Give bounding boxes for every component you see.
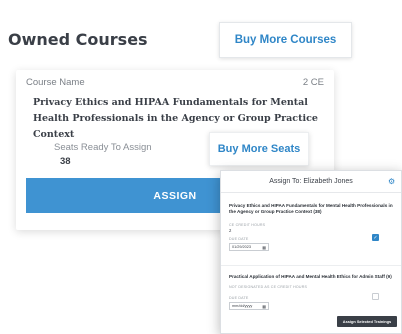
modal-header: Assign To: Elizabeth Jones ⚙ xyxy=(221,171,401,193)
course-checkbox[interactable]: ✓ xyxy=(372,234,379,241)
ce-credit-hours-label: CE CREDIT HOURS xyxy=(229,223,266,227)
ce-credit-hours-label: NOT DESIGNATED AS CE CREDIT HOURS xyxy=(229,285,308,289)
modal-course-title: Practical Application of HIPAA and Menta… xyxy=(229,274,392,279)
seats-ready-value: 38 xyxy=(60,156,71,167)
due-date-label: DUE DATE xyxy=(229,296,249,300)
page-title: Owned Courses xyxy=(8,30,148,49)
buy-more-courses-button[interactable]: Buy More Courses xyxy=(219,22,352,58)
course-name-label: Course Name xyxy=(26,77,85,88)
buy-more-seats-button[interactable]: Buy More Seats xyxy=(209,132,309,166)
due-date-value: 01/29/2023 xyxy=(232,245,252,249)
modal-title: Assign To: Elizabeth Jones xyxy=(269,178,353,185)
assign-selected-trainings-button[interactable]: Assign Selected Trainings xyxy=(337,316,397,327)
due-date-input[interactable]: mm/dd/yyyy ▦ xyxy=(229,302,269,310)
due-date-input[interactable]: 01/29/2023 ▦ xyxy=(229,243,269,251)
assign-selected-label: Assign Selected Trainings xyxy=(342,319,392,324)
modal-divider xyxy=(221,265,401,266)
assign-modal: Assign To: Elizabeth Jones ⚙ Privacy Eth… xyxy=(220,170,402,334)
course-checkbox[interactable] xyxy=(372,293,379,300)
ce-credit-hours-value: 2 xyxy=(229,228,232,233)
gear-icon[interactable]: ⚙ xyxy=(388,177,397,186)
modal-course-title: Privacy Ethics and HIPAA Fundamentals fo… xyxy=(229,203,393,214)
calendar-icon: ▦ xyxy=(262,304,266,309)
seats-ready-label: Seats Ready To Assign xyxy=(54,142,152,153)
due-date-label: DUE DATE xyxy=(229,237,249,241)
ce-credit-label: 2 CE xyxy=(302,77,324,88)
due-date-value: mm/dd/yyyy xyxy=(232,304,253,308)
calendar-icon: ▦ xyxy=(262,245,266,250)
